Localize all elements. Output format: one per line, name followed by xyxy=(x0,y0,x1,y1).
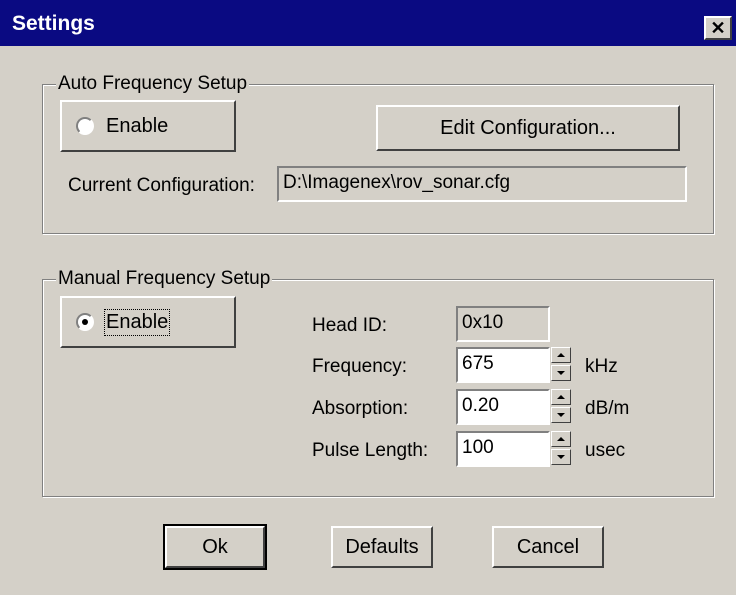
absorption-spin-down[interactable] xyxy=(551,407,571,423)
pulse-length-spin-down[interactable] xyxy=(551,449,571,465)
edit-configuration-button[interactable]: Edit Configuration... xyxy=(376,105,680,151)
radio-selected-dot xyxy=(82,319,88,325)
current-configuration-label: Current Configuration: xyxy=(68,175,255,196)
ok-button[interactable]: Ok xyxy=(165,526,265,568)
absorption-unit: dB/m xyxy=(585,398,630,419)
manual-enable-label: Enable xyxy=(103,309,171,336)
frequency-input[interactable]: 675 xyxy=(456,347,550,383)
pulse-length-spin-up[interactable] xyxy=(551,431,571,447)
window-title: Settings xyxy=(12,12,95,35)
auto-enable-panel[interactable]: Enable xyxy=(60,100,236,152)
absorption-spinner[interactable] xyxy=(551,389,571,425)
current-configuration-field: D:\Imagenex\rov_sonar.cfg xyxy=(277,166,687,202)
frequency-spin-down[interactable] xyxy=(551,365,571,381)
defaults-button[interactable]: Defaults xyxy=(331,526,433,568)
pulse-length-spinner[interactable] xyxy=(551,431,571,467)
pulse-length-label: Pulse Length: xyxy=(312,440,429,461)
arrow-up-icon xyxy=(557,437,565,441)
frequency-unit: kHz xyxy=(585,356,618,377)
arrow-down-icon xyxy=(557,455,565,459)
close-icon: ✕ xyxy=(710,18,726,38)
manual-enable-panel[interactable]: Enable xyxy=(60,296,236,348)
cancel-button[interactable]: Cancel xyxy=(492,526,604,568)
head-id-label: Head ID: xyxy=(312,315,387,336)
arrow-down-icon xyxy=(557,413,565,417)
title-bar[interactable]: Settings ✕ xyxy=(0,0,736,46)
pulse-length-input[interactable]: 100 xyxy=(456,431,550,467)
absorption-spin-up[interactable] xyxy=(551,389,571,405)
absorption-label: Absorption: xyxy=(312,398,409,419)
manual-enable-radio[interactable] xyxy=(76,313,94,331)
frequency-label: Frequency: xyxy=(312,356,408,377)
head-id-field: 0x10 xyxy=(456,306,550,342)
absorption-input[interactable]: 0.20 xyxy=(456,389,550,425)
auto-frequency-legend: Auto Frequency Setup xyxy=(56,73,250,95)
arrow-down-icon xyxy=(557,371,565,375)
frequency-spin-up[interactable] xyxy=(551,347,571,363)
pulse-length-unit: usec xyxy=(585,440,626,461)
arrow-up-icon xyxy=(557,395,565,399)
frequency-spinner[interactable] xyxy=(551,347,571,383)
auto-enable-radio[interactable] xyxy=(76,117,94,135)
auto-enable-label: Enable xyxy=(106,115,169,137)
manual-frequency-legend: Manual Frequency Setup xyxy=(56,268,273,290)
close-button[interactable]: ✕ xyxy=(704,16,732,40)
arrow-up-icon xyxy=(557,353,565,357)
